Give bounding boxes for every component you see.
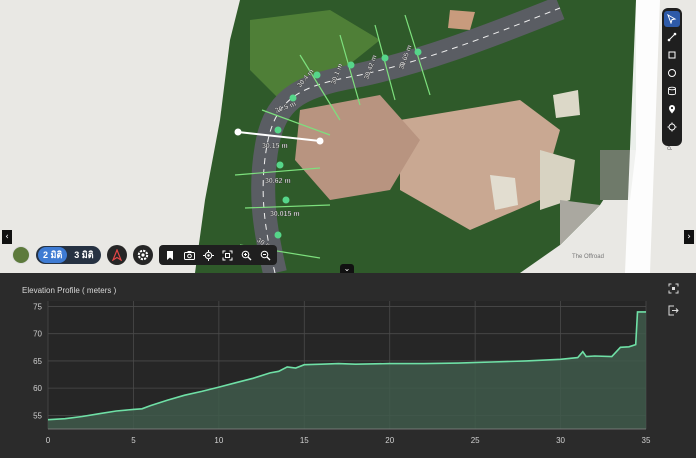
line-icon[interactable] [664, 29, 680, 45]
y-tick-label: 70 [33, 330, 42, 339]
elevation-chart: 0 5 10 15 20 25 30 35 55 60 65 70 75 [33, 301, 651, 445]
x-tick-label: 5 [131, 436, 136, 445]
locate-icon[interactable] [200, 247, 217, 264]
left-panel-toggle[interactable]: ‹ [2, 230, 12, 244]
measure-label-3: 30.15 m [262, 143, 288, 150]
elevation-profile-panel: 0 5 10 15 20 25 30 35 55 60 65 70 75 Elevation Profi… [0, 273, 696, 458]
fit-extent-icon[interactable] [219, 247, 236, 264]
export-button[interactable] [664, 301, 682, 319]
marker-icon[interactable] [664, 101, 680, 117]
compass-button[interactable] [106, 245, 127, 265]
dim-2d-option[interactable]: 2 มิติ [38, 247, 68, 263]
x-tick-label: 30 [556, 436, 565, 445]
profile-title: Elevation Profile ( meters ) [22, 286, 117, 295]
zoom-in-icon[interactable] [238, 247, 255, 264]
measure-label-1: 30.015 m [270, 211, 300, 218]
app: 30.5 m 30.015 m 30.62 m 30.15 m 30.5 m 3… [0, 0, 696, 458]
basemap-thumbnail[interactable] [12, 246, 30, 264]
crosshair-icon[interactable] [664, 119, 680, 135]
map-poi-label: The Offroad [572, 254, 604, 260]
camera-icon[interactable] [181, 247, 198, 264]
collapse-profile-toggle[interactable]: ⌄ [340, 264, 354, 273]
x-tick-label: 15 [300, 436, 309, 445]
rectangle-icon[interactable] [664, 47, 680, 63]
dimension-toggle[interactable]: 2 มิติ 3 มิติ [36, 246, 101, 264]
zoom-out-icon[interactable] [257, 247, 274, 264]
settings-button[interactable] [132, 245, 153, 265]
gear-icon [137, 249, 148, 261]
bookmark-icon[interactable] [162, 247, 179, 264]
x-tick-label: 35 [642, 436, 651, 445]
y-tick-label: 60 [33, 384, 42, 393]
right-toolbar [662, 8, 682, 146]
compass-icon [111, 249, 122, 261]
right-panel-toggle[interactable]: › [684, 230, 694, 244]
x-tick-label: 20 [385, 436, 394, 445]
y-tick-label: 75 [33, 302, 42, 311]
measure-label-2: 30.62 m [265, 178, 291, 185]
y-tick-label: 55 [33, 411, 42, 420]
aerial-imagery: 30.5 m 30.015 m 30.62 m 30.15 m 30.5 m 3… [0, 0, 696, 273]
dim-3d-option[interactable]: 3 มิติ [69, 247, 98, 263]
circle-icon[interactable] [664, 65, 680, 81]
profile-tools [664, 279, 682, 319]
x-tick-label: 0 [46, 436, 51, 445]
export-icon [668, 305, 679, 315]
cursor-icon[interactable] [664, 11, 680, 27]
y-tick-label: 65 [33, 357, 42, 366]
expand-icon [668, 283, 678, 293]
map-tool-strip [158, 245, 277, 265]
database-icon[interactable] [664, 83, 680, 99]
x-tick-label: 10 [214, 436, 223, 445]
x-tick-label: 25 [471, 436, 480, 445]
map-bottom-controls: 2 มิติ 3 มิติ [12, 245, 277, 265]
fullscreen-button[interactable] [664, 279, 682, 297]
map-view[interactable]: 30.5 m 30.015 m 30.62 m 30.15 m 30.5 m 3… [0, 0, 696, 273]
